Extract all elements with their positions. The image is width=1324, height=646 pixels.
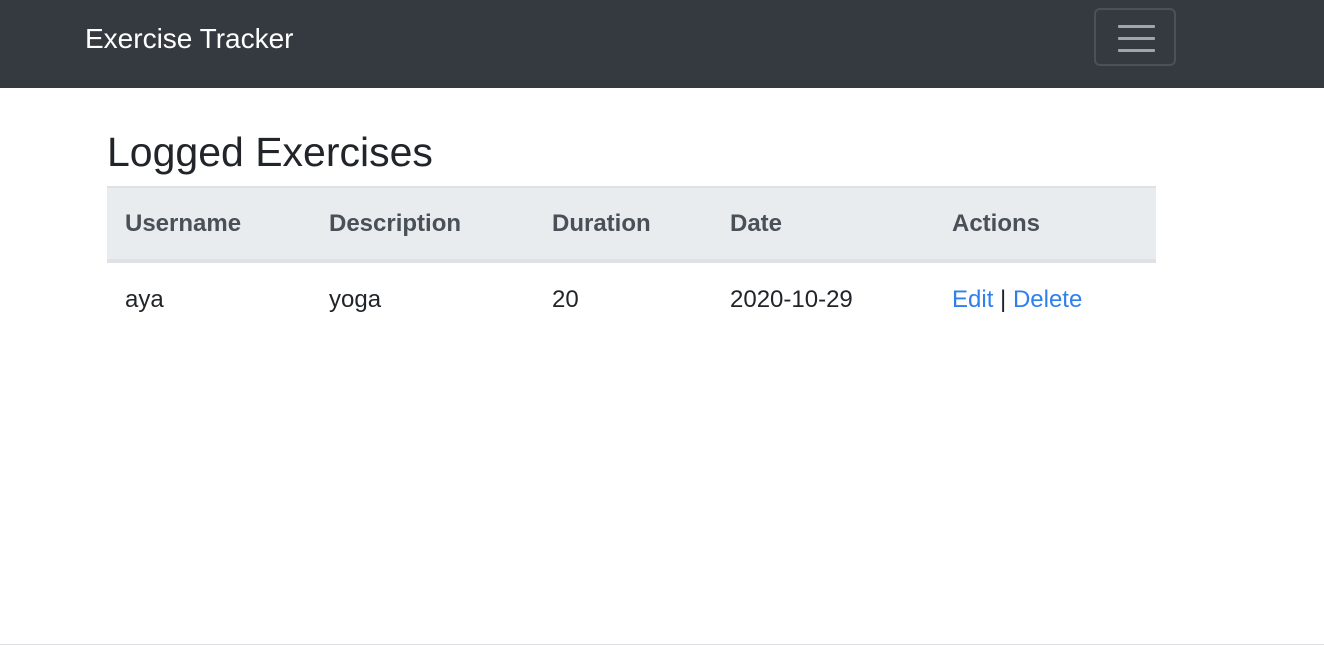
cell-actions: Edit | Delete: [934, 261, 1156, 337]
edit-link[interactable]: Edit: [952, 286, 993, 313]
cell-date: 2020-10-29: [730, 286, 853, 313]
navbar-toggler-button[interactable]: [1094, 8, 1176, 66]
exercises-table: Username Description Duration Date Actio…: [107, 186, 1156, 337]
page-title: Logged Exercises: [107, 129, 433, 175]
table-row: aya yoga 20 2020-10-29 Edit | Delete: [107, 261, 1156, 337]
column-header-actions: Actions: [934, 186, 1156, 263]
action-separator: |: [1000, 286, 1007, 313]
cell-duration: 20: [552, 286, 579, 313]
delete-link[interactable]: Delete: [1013, 286, 1082, 313]
column-header-duration: Duration: [534, 186, 712, 263]
table-header: Username Description Duration Date Actio…: [107, 186, 1156, 263]
bottom-divider: [0, 644, 1324, 645]
brand-link[interactable]: Exercise Tracker: [85, 20, 294, 58]
column-header-date: Date: [712, 186, 934, 263]
cell-description: yoga: [329, 286, 382, 313]
navbar: Exercise Tracker: [0, 0, 1324, 88]
column-header-username: Username: [107, 186, 311, 263]
cell-username: aya: [125, 286, 164, 313]
column-header-description: Description: [311, 186, 534, 263]
